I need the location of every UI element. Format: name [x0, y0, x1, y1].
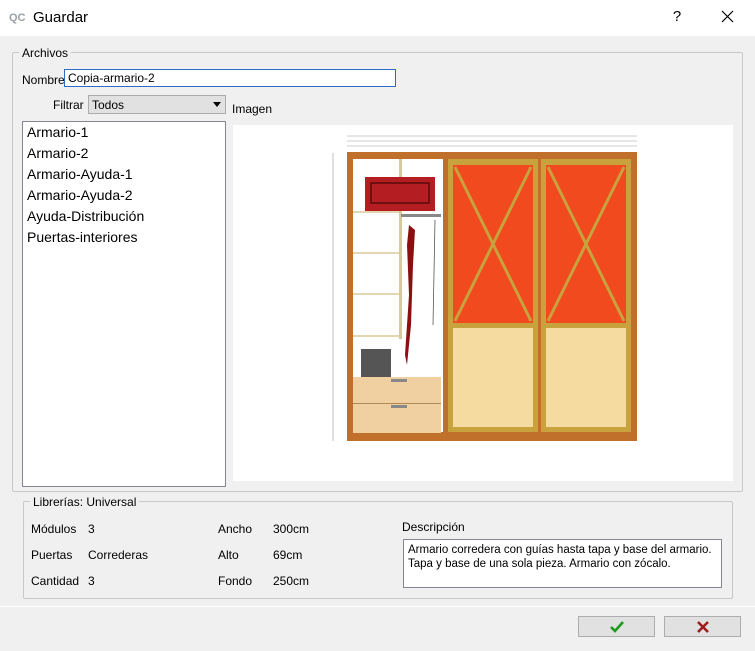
descripcion-label: Descripción	[402, 520, 465, 534]
filtrar-label: Filtrar	[53, 98, 84, 112]
door-1	[448, 159, 538, 432]
door-2	[541, 159, 631, 432]
puertas-label: Puertas	[31, 548, 73, 562]
descripcion-box: Armario corredera con guías hasta tapa y…	[403, 539, 722, 588]
alto-label: Alto	[218, 548, 239, 562]
help-button[interactable]: ?	[670, 8, 684, 25]
cantidad-value: 3	[88, 574, 95, 588]
ancho-label: Ancho	[218, 522, 253, 536]
title-bar: QC Guardar ?	[0, 0, 755, 36]
list-item[interactable]: Armario-Ayuda-1	[23, 164, 225, 185]
list-item[interactable]: Armario-1	[23, 122, 225, 143]
file-list[interactable]: Armario-1 Armario-2 Armario-Ayuda-1 Arma…	[22, 121, 226, 487]
list-item[interactable]: Ayuda-Distribución	[23, 206, 225, 227]
fondo-label: Fondo	[218, 574, 253, 588]
nombre-label: Nombre	[22, 73, 65, 87]
descripcion-line-2: Tapa y base de una sola pieza. Armario c…	[408, 558, 671, 570]
imagen-label: Imagen	[232, 102, 273, 116]
modulos-value: 3	[88, 522, 95, 536]
list-item[interactable]: Armario-2	[23, 143, 225, 164]
wardrobe-drawing	[332, 135, 637, 441]
x-icon	[697, 621, 709, 633]
cantidad-label: Cantidad	[31, 574, 80, 588]
filtrar-select[interactable]: Todos	[88, 95, 226, 114]
filtrar-value: Todos	[92, 98, 125, 112]
list-item[interactable]: Puertas-interiores	[23, 227, 225, 248]
preview-image	[233, 125, 733, 481]
separator	[0, 606, 755, 607]
app-icon: QC	[9, 12, 26, 24]
fondo-value: 250cm	[273, 574, 310, 588]
svg-text:QC: QC	[9, 12, 26, 24]
close-icon[interactable]	[716, 6, 740, 28]
modulos-label: Módulos	[31, 522, 77, 536]
check-icon	[610, 621, 624, 633]
list-item[interactable]: Armario-Ayuda-2	[23, 185, 225, 206]
descripcion-line-1: Armario corredera con guías hasta tapa y…	[408, 544, 712, 556]
cancel-button[interactable]	[664, 616, 741, 637]
alto-value: 69cm	[273, 548, 303, 562]
chevron-down-icon	[213, 102, 221, 107]
window-title: Guardar	[33, 9, 89, 26]
puertas-value: Correderas	[88, 548, 149, 562]
ancho-value: 300cm	[273, 522, 310, 536]
librerias-legend: Librerías: Universal	[30, 495, 140, 509]
archivos-legend: Archivos	[19, 46, 72, 60]
nombre-input[interactable]	[64, 69, 396, 87]
ok-button[interactable]	[578, 616, 655, 637]
